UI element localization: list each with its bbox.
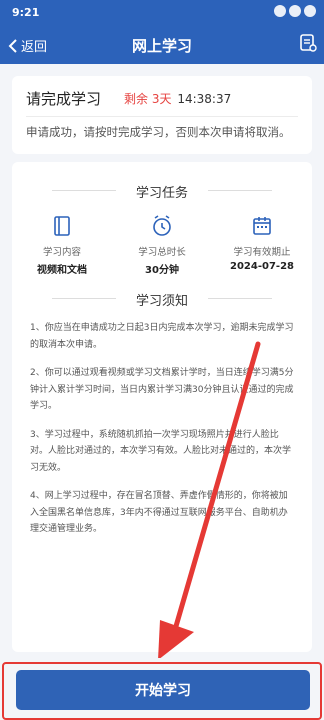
summary-message: 申请成功，请按时完成学习，否则本次申请将取消。 — [26, 125, 291, 139]
remaining-days: 3天 — [151, 92, 172, 106]
task-label: 学习有效期止 — [233, 247, 291, 258]
annotation-arrow — [158, 341, 261, 660]
list-menu-icon[interactable] — [298, 33, 318, 53]
document-icon — [54, 216, 70, 236]
task-value: 2024-07-28 — [230, 261, 294, 272]
task-heading: 学习任务 — [12, 182, 312, 201]
summary-card: 请完成学习 剩余 3天 14:38:37 申请成功，请按时完成学习，否则本次申请… — [12, 76, 312, 154]
calendar-icon — [253, 217, 271, 235]
annotation-highlight-box — [2, 662, 322, 720]
remaining-time: 剩余 3天 14:38:37 — [124, 90, 231, 107]
task-value: 视频和文档 — [37, 265, 87, 276]
page-title: 网上学习 — [131, 37, 192, 55]
task-item-expiry: 学习有效期止 2024-07-28 — [212, 214, 312, 272]
task-item-content: 学习内容 视频和文档 — [12, 214, 112, 276]
notification-icon — [274, 5, 286, 17]
app-icon — [289, 5, 301, 17]
app-icon-2 — [304, 5, 316, 17]
summary-title: 请完成学习 — [26, 90, 102, 108]
status-icons — [274, 5, 316, 17]
task-label: 学习总时长 — [138, 247, 186, 258]
task-label: 学习内容 — [42, 247, 81, 258]
remaining-prefix: 剩余 — [124, 92, 149, 106]
task-item-duration: 学习总时长 30分钟 — [112, 214, 212, 276]
notice-heading: 学习须知 — [12, 290, 312, 309]
divider — [26, 116, 298, 117]
status-time: 9:21 — [12, 6, 40, 19]
remaining-clock: 14:38:37 — [177, 92, 232, 106]
top-bar: 9:21 返回 网上学习 — [0, 0, 324, 64]
task-value: 30分钟 — [145, 265, 179, 276]
clock-icon — [153, 215, 171, 236]
